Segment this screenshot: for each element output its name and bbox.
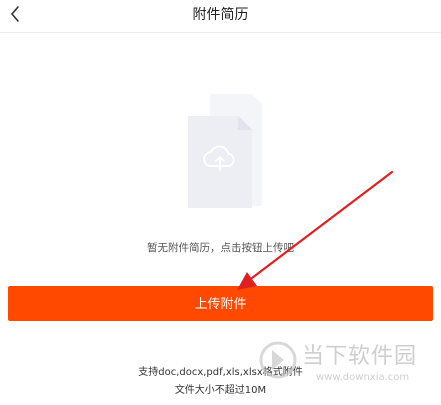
supported-formats-hint: 支持doc,docx,pdf,xls,xlsx格式附件 bbox=[138, 367, 303, 378]
page-title: 附件简历 bbox=[192, 7, 249, 23]
resume-attachment-page: 附件简历 暂无附件简历，点击按钮上传吧 上传附件 支持doc,docx,pdf,… bbox=[0, 0, 441, 405]
empty-state-illustration bbox=[180, 88, 270, 212]
upload-attachment-button[interactable]: 上传附件 bbox=[8, 286, 433, 321]
file-size-hint: 文件大小不超过10M bbox=[174, 385, 267, 396]
empty-state-message: 暂无附件简历，点击按钮上传吧 bbox=[147, 242, 294, 254]
nav-bar: 附件简历 bbox=[0, 0, 441, 33]
cloud-upload-document-icon bbox=[188, 94, 262, 208]
